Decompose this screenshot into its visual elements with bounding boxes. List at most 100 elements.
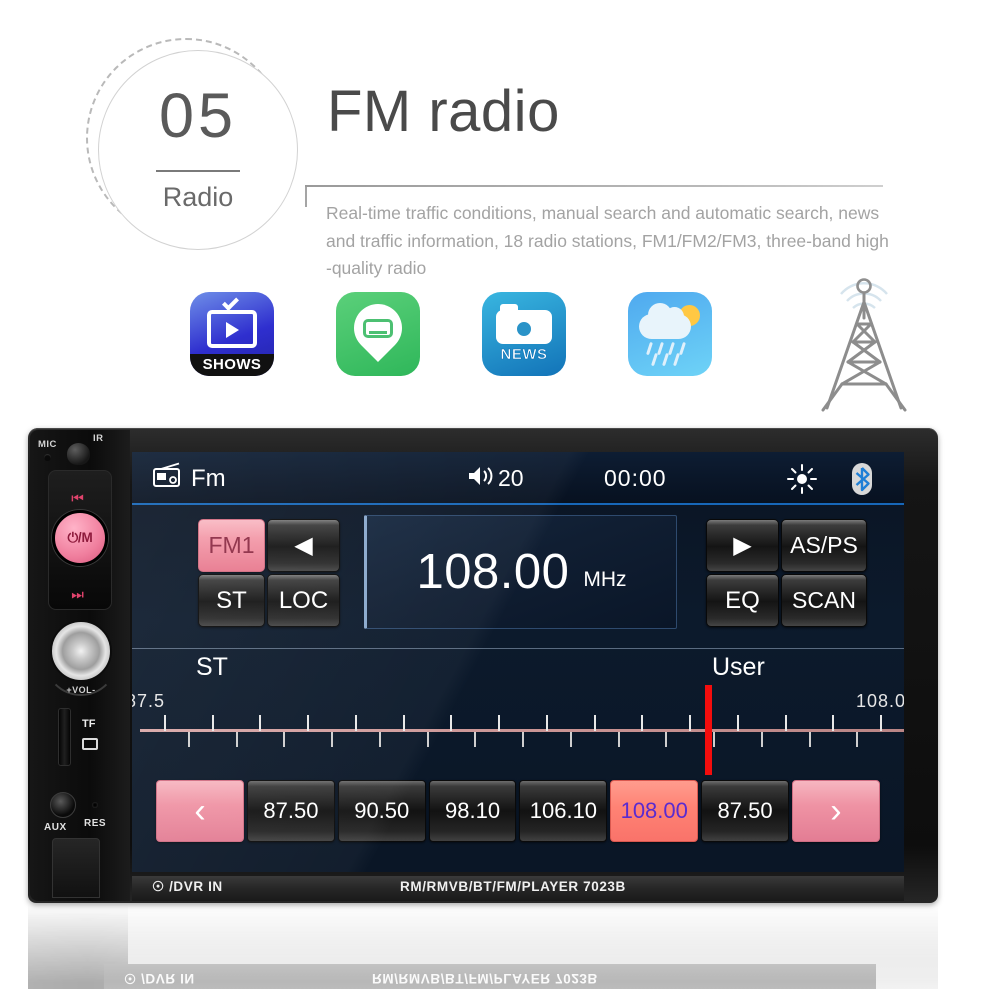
speaker-icon: [466, 464, 496, 494]
aux-jack[interactable]: [50, 792, 76, 818]
cloud-icon: [639, 303, 691, 339]
source-label: Fm: [191, 464, 226, 492]
reflection-bottom-bar: ☉ /DVR IN RM/RMVB/BT/FM/PLAYER 7023B: [104, 964, 876, 989]
tuning-scale[interactable]: ST User 87.5 108.0: [132, 648, 904, 775]
tune-down-button[interactable]: ◀: [267, 519, 340, 572]
scale-tick: [713, 732, 715, 747]
preset-button[interactable]: 87.50: [247, 780, 335, 842]
scale-tick: [880, 715, 883, 731]
camera-lens-icon: [514, 319, 534, 339]
scale-tick: [426, 732, 429, 747]
next-track-button[interactable]: ⏭: [63, 586, 91, 603]
page-root: 05 Radio FM radio Real-time traffic cond…: [0, 0, 1000, 997]
scale-tick: [450, 715, 453, 731]
brightness-icon[interactable]: [787, 452, 817, 505]
clock: 00:00: [604, 465, 667, 491]
news-camera-app-icon: NEWS: [482, 292, 566, 376]
tuning-cursor[interactable]: [705, 685, 713, 775]
local-button[interactable]: LOC: [267, 574, 340, 627]
band-button-fm1[interactable]: FM1: [198, 519, 265, 572]
power-mode-button[interactable]: ⏻/M: [52, 510, 108, 566]
preset-next-button[interactable]: ›: [791, 780, 880, 842]
tf-card-slot[interactable]: [58, 708, 71, 766]
preset-button[interactable]: 98.10: [428, 780, 517, 842]
news-label: NEWS: [500, 346, 548, 364]
scale-tick: [283, 732, 286, 747]
aux-label: AUX: [44, 822, 67, 833]
volume-indicator[interactable]: 20: [466, 452, 524, 505]
shows-label-band: SHOWS: [190, 354, 274, 376]
scale-tick: [832, 715, 835, 731]
volume-value: 20: [498, 465, 524, 491]
play-triangle-icon: [226, 322, 239, 338]
camera-small-icon: ☉: [152, 879, 165, 894]
scan-button[interactable]: SCAN: [781, 574, 867, 627]
reflection-camera-icon: ☉: [124, 971, 137, 986]
stereo-indicator: ST: [196, 653, 228, 681]
mounting-tab: [52, 838, 100, 898]
scale-tick: [545, 715, 548, 731]
scale-tick: [736, 715, 739, 731]
tf-label: TF: [82, 718, 96, 730]
section-number: 05: [158, 81, 238, 151]
stereo-button[interactable]: ST: [198, 574, 265, 627]
preset-button[interactable]: 87.50: [701, 780, 789, 842]
shows-app-icon: SHOWS: [190, 292, 274, 376]
scale-tick: [187, 732, 190, 747]
preset-button[interactable]: 106.10: [519, 780, 608, 842]
scale-tick: [593, 715, 596, 731]
scale-tick: [569, 732, 572, 747]
section-subtitle: Radio: [162, 182, 234, 212]
car-icon: [363, 319, 393, 338]
user-indicator: User: [712, 653, 765, 681]
scale-min-label: 87.5: [132, 691, 166, 711]
dvr-in-label: ☉ /DVR IN: [152, 879, 223, 895]
status-bar: Fm 20 00:00: [132, 452, 904, 505]
res-label: RES: [84, 818, 107, 829]
scale-tick: [856, 732, 859, 747]
page-title: FM radio: [327, 79, 560, 144]
device-reflection: ☉ /DVR IN RM/RMVB/BT/FM/PLAYER 7023B: [28, 903, 938, 989]
scale-tick: [617, 732, 620, 747]
frequency-unit: MHz: [583, 568, 627, 591]
volume-label: +VOL-: [66, 685, 96, 695]
control-area: FM1 ◀ ST LOC 108.00 MHz ▶ AS/PS EQ SCAN: [132, 507, 904, 645]
touchscreen[interactable]: Fm 20 00:00 FM1 ◀ ST LOC 108.00 MHz ▶ AS…: [132, 452, 904, 872]
scale-tick: [784, 715, 787, 731]
scale-tick: [235, 732, 238, 747]
preset-button-row: ‹ 87.50 90.50 98.10 106.10 108.00 87.50 ›: [156, 780, 880, 842]
scale-tick: [259, 715, 262, 731]
preset-button[interactable]: 108.00: [610, 780, 699, 842]
source-indicator[interactable]: Fm: [152, 452, 226, 505]
scale-tick: [211, 715, 214, 731]
tune-up-button[interactable]: ▶: [706, 519, 779, 572]
device-left-panel: MIC IR ⏮ ⏻/M ⏭ +VOL- TF AUX RES: [30, 430, 130, 901]
frequency-value: 108.00: [416, 545, 570, 599]
bluetooth-icon[interactable]: [849, 452, 875, 505]
scale-tick: [354, 715, 357, 731]
mic-hole-icon: [44, 454, 51, 461]
preset-prev-button[interactable]: ‹: [156, 780, 244, 842]
header-rule-horizontal: [305, 185, 883, 187]
badge-divider: [156, 170, 240, 172]
prev-track-button[interactable]: ⏮: [63, 490, 91, 507]
scale-tick: [498, 715, 501, 731]
reflection-model-label: RM/RMVB/BT/FM/PLAYER 7023B: [372, 971, 598, 986]
map-car-app-icon: [336, 292, 420, 376]
scale-tick: [378, 732, 381, 747]
eq-button[interactable]: EQ: [706, 574, 779, 627]
scale-tick: [402, 715, 405, 731]
model-label: RM/RMVB/BT/FM/PLAYER 7023B: [400, 879, 626, 894]
chevron-down-icon: [222, 294, 239, 311]
scale-tick: [163, 715, 166, 731]
as-ps-button[interactable]: AS/PS: [781, 519, 867, 572]
power-mode-label: ⏻/M: [67, 530, 93, 545]
reset-pinhole[interactable]: [92, 802, 98, 808]
scale-max-label: 108.0: [855, 691, 904, 711]
scale-tick: [665, 732, 668, 747]
scale-tick: [689, 715, 692, 731]
preset-button[interactable]: 90.50: [337, 780, 426, 842]
mic-label: MIC: [38, 439, 57, 450]
frequency-display: 108.00 MHz: [364, 515, 677, 629]
section-badge: 05 Radio: [78, 30, 318, 250]
